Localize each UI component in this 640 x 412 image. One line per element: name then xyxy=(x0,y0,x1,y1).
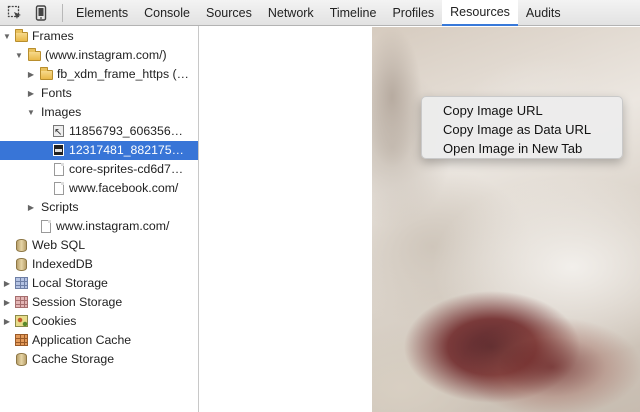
menu-item-copy-image-data-url[interactable]: Copy Image as Data URL xyxy=(422,120,622,139)
devtools-toolbar: Elements Console Sources Network Timelin… xyxy=(0,0,640,26)
file-icon xyxy=(41,220,51,233)
cookie-icon xyxy=(15,315,28,327)
tree-item-web-sql[interactable]: Web SQL xyxy=(0,236,198,255)
tree-item-label: fb_xdm_frame_https (… xyxy=(57,67,189,81)
tree-item-frame-main[interactable]: ▼ (www.instagram.com/) xyxy=(0,46,198,65)
tree-item-cookies[interactable]: ▶ Cookies xyxy=(0,312,198,331)
tab-timeline[interactable]: Timeline xyxy=(322,0,385,26)
menu-item-open-image-new-tab[interactable]: Open Image in New Tab xyxy=(422,139,622,158)
database-icon xyxy=(16,258,27,271)
disclosure-expanded-icon[interactable]: ▼ xyxy=(2,27,12,46)
disclosure-expanded-icon[interactable]: ▼ xyxy=(14,46,24,65)
tab-resources[interactable]: Resources xyxy=(442,0,518,26)
database-icon xyxy=(16,239,27,252)
disclosure-collapsed-icon[interactable]: ▶ xyxy=(26,84,36,103)
tab-console[interactable]: Console xyxy=(136,0,198,26)
tree-item-label: Frames xyxy=(32,29,74,43)
tree-item-images[interactable]: ▼ Images xyxy=(0,103,198,122)
image-preview[interactable] xyxy=(372,27,640,412)
tab-sources[interactable]: Sources xyxy=(198,0,260,26)
tree-item-instagram-doc[interactable]: www.instagram.com/ xyxy=(0,217,198,236)
database-icon xyxy=(16,353,27,366)
tree-item-label: 11856793_606356… xyxy=(69,124,183,138)
tree-item-label: Application Cache xyxy=(32,333,132,347)
tree-item-local-storage[interactable]: ▶ Local Storage xyxy=(0,274,198,293)
disclosure-collapsed-icon[interactable]: ▶ xyxy=(2,312,12,331)
tree-item-label: 12317481_882175… xyxy=(69,143,184,157)
disclosure-collapsed-icon[interactable]: ▶ xyxy=(26,198,36,217)
folder-icon xyxy=(40,67,53,80)
tree-item-core-sprites[interactable]: core-sprites-cd6d7… xyxy=(0,160,198,179)
resources-sidebar: ▼ Frames ▼ (www.instagram.com/) ▶ fb_xdm… xyxy=(0,26,199,412)
tree-item-scripts[interactable]: ▶ Scripts xyxy=(0,198,198,217)
tab-profiles[interactable]: Profiles xyxy=(384,0,442,26)
panel-tabs: Elements Console Sources Network Timelin… xyxy=(68,0,569,26)
disclosure-collapsed-icon[interactable]: ▶ xyxy=(2,274,12,293)
tree-item-indexeddb[interactable]: IndexedDB xyxy=(0,255,198,274)
file-icon xyxy=(54,182,64,195)
tree-item-label: Fonts xyxy=(41,86,72,100)
tree-item-image-2[interactable]: 12317481_882175… xyxy=(0,141,198,160)
tree-item-cache-storage[interactable]: Cache Storage xyxy=(0,350,198,369)
tree-item-label: Session Storage xyxy=(32,295,123,309)
tree-item-facebook[interactable]: www.facebook.com/ xyxy=(0,179,198,198)
tree-item-label: (www.instagram.com/) xyxy=(45,48,167,62)
tree-item-image-1[interactable]: 11856793_606356… xyxy=(0,122,198,141)
grid-storage-icon xyxy=(15,277,28,289)
context-menu: Copy Image URL Copy Image as Data URL Op… xyxy=(421,96,623,159)
tree-item-label: Local Storage xyxy=(32,276,108,290)
toolbar-separator xyxy=(62,4,63,22)
tab-network[interactable]: Network xyxy=(260,0,322,26)
inspect-icon[interactable] xyxy=(6,4,24,22)
grid-storage-icon xyxy=(15,296,28,308)
tree-item-label: core-sprites-cd6d7… xyxy=(69,162,184,176)
disclosure-collapsed-icon[interactable]: ▶ xyxy=(26,65,36,84)
image-file-icon xyxy=(53,144,64,156)
disclosure-expanded-icon[interactable]: ▼ xyxy=(26,103,36,122)
tree-item-session-storage[interactable]: ▶ Session Storage xyxy=(0,293,198,312)
menu-item-copy-image-url[interactable]: Copy Image URL xyxy=(422,101,622,120)
image-file-icon xyxy=(53,123,64,141)
tree-item-frames[interactable]: ▼ Frames xyxy=(0,27,198,46)
tree-item-label: www.facebook.com/ xyxy=(69,181,179,195)
tree-item-label: Cookies xyxy=(32,314,77,328)
tree-item-label: Cache Storage xyxy=(32,352,115,366)
grid-storage-icon xyxy=(15,334,28,346)
file-icon xyxy=(54,163,64,176)
tab-elements[interactable]: Elements xyxy=(68,0,136,26)
folder-icon xyxy=(15,29,28,42)
tree-item-label: Web SQL xyxy=(32,238,86,252)
tree-item-label: www.instagram.com/ xyxy=(56,219,170,233)
tree-item-label: Scripts xyxy=(41,200,79,214)
tab-audits[interactable]: Audits xyxy=(518,0,569,26)
tree-item-fb-frame[interactable]: ▶ fb_xdm_frame_https (… xyxy=(0,65,198,84)
device-mode-icon[interactable] xyxy=(32,4,50,22)
disclosure-collapsed-icon[interactable]: ▶ xyxy=(2,293,12,312)
tree-item-label: Images xyxy=(41,105,82,119)
tree-item-application-cache[interactable]: Application Cache xyxy=(0,331,198,350)
folder-icon xyxy=(28,48,41,61)
tree-item-label: IndexedDB xyxy=(32,257,93,271)
tree-item-fonts[interactable]: ▶ Fonts xyxy=(0,84,198,103)
